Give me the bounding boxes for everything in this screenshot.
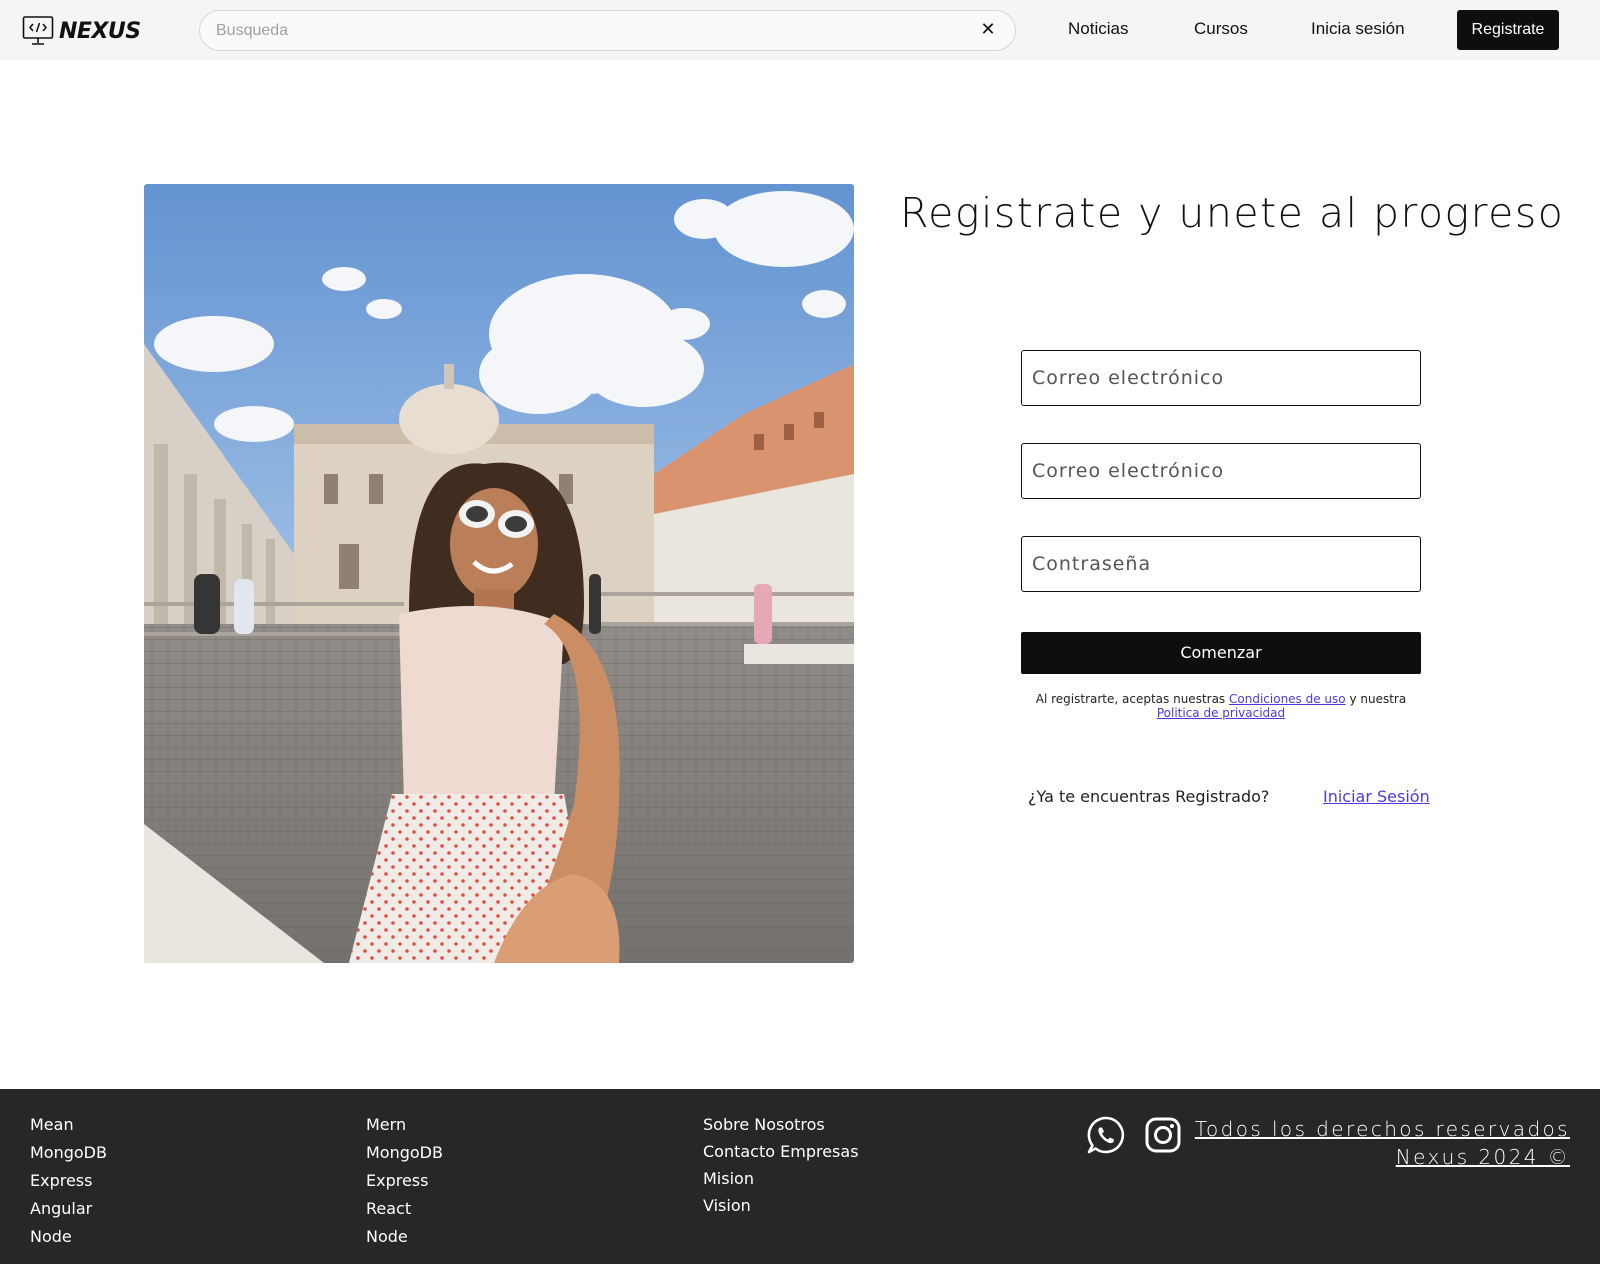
register-button[interactable]: Registrate — [1457, 10, 1559, 50]
rights-line-2: Nexus 2024 © — [1395, 1145, 1570, 1169]
nav-link-noticias[interactable]: Noticias — [1068, 19, 1128, 39]
brand-name: NEXUS — [59, 18, 141, 44]
footer-column-mean: Mean MongoDB Express Angular Node — [30, 1111, 107, 1251]
footer-column-company: Sobre Nosotros Contacto Empresas Mision … — [703, 1111, 859, 1219]
top-navbar: NEXUS ✕ Noticias Cursos Inicia sesión Re… — [0, 0, 1600, 60]
email-confirm-field[interactable] — [1022, 444, 1420, 498]
brand-logo[interactable]: NEXUS — [22, 15, 141, 47]
nav-link-cursos[interactable]: Cursos — [1194, 19, 1248, 39]
email-confirm-field-container — [1021, 443, 1421, 499]
footer-link[interactable]: Sobre Nosotros — [703, 1111, 859, 1138]
footer-link[interactable]: Mision — [703, 1165, 859, 1192]
footer-column-mern: Mern MongoDB Express React Node — [366, 1111, 443, 1251]
search-bar: ✕ — [199, 10, 1016, 51]
password-field-container — [1021, 536, 1421, 592]
monitor-code-icon — [22, 16, 54, 45]
footer-link[interactable]: Contacto Empresas — [703, 1138, 859, 1165]
terms-middle: y nuestra — [1349, 692, 1407, 706]
password-field[interactable] — [1022, 537, 1420, 591]
footer-link[interactable]: Express — [30, 1167, 107, 1195]
footer-link[interactable]: Node — [366, 1223, 443, 1251]
email-field-container — [1021, 350, 1421, 406]
terms-of-use-link[interactable]: Condiciones de uso — [1229, 692, 1346, 706]
email-field[interactable] — [1022, 351, 1420, 405]
terms-prefix: Al registrarte, aceptas nuestras — [1035, 692, 1226, 706]
footer-link[interactable]: Angular — [30, 1195, 107, 1223]
footer-link[interactable]: React — [366, 1195, 443, 1223]
search-input[interactable] — [216, 11, 956, 50]
close-icon[interactable]: ✕ — [977, 19, 999, 41]
nav-link-login[interactable]: Inicia sesión — [1311, 19, 1405, 39]
footer-link[interactable]: Mern — [366, 1111, 443, 1139]
already-registered-text: ¿Ya te encuentras Registrado? — [1028, 787, 1270, 806]
hero-photo-illustration — [144, 184, 854, 963]
footer-link[interactable]: MongoDB — [366, 1139, 443, 1167]
whatsapp-icon[interactable] — [1086, 1115, 1126, 1155]
footer-link[interactable]: Node — [30, 1223, 107, 1251]
footer-link[interactable]: Vision — [703, 1192, 859, 1219]
footer: Mean MongoDB Express Angular Node Mern M… — [0, 1089, 1600, 1264]
footer-link[interactable]: MongoDB — [30, 1139, 107, 1167]
terms-text: Al registrarte, aceptas nuestras Condici… — [1000, 692, 1442, 720]
login-link[interactable]: Iniciar Sesión — [1323, 787, 1430, 806]
hero-photo — [144, 184, 854, 963]
start-button[interactable]: Comenzar — [1021, 632, 1421, 674]
instagram-icon[interactable] — [1143, 1115, 1183, 1155]
page-title: Registrate y unete al progreso — [900, 189, 1565, 237]
footer-link[interactable]: Express — [366, 1167, 443, 1195]
rights-line-1: Todos los derechos reservados — [1194, 1117, 1570, 1141]
footer-link[interactable]: Mean — [30, 1111, 107, 1139]
privacy-policy-link[interactable]: Politica de privacidad — [1157, 706, 1285, 720]
copyright-text: Todos los derechos reservados Nexus 2024… — [1195, 1115, 1570, 1171]
